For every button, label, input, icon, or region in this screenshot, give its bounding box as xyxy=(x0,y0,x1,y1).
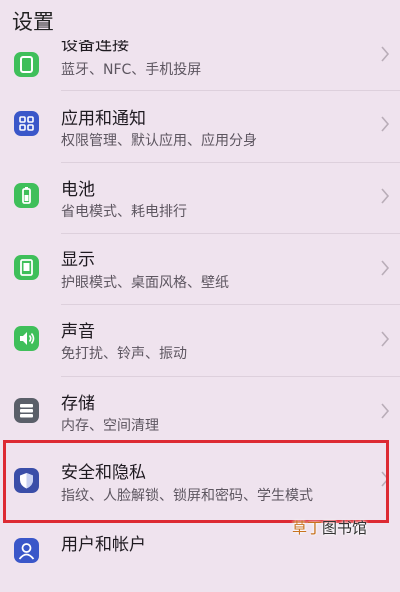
settings-item-display[interactable]: 显示 护眼模式、桌面风格、壁纸 xyxy=(0,234,400,304)
highlight-annotation-box xyxy=(3,440,389,523)
settings-item-apps[interactable]: 应用和通知 权限管理、默认应用、应用分身 xyxy=(0,92,400,162)
settings-item-title: 显示 xyxy=(61,250,95,270)
divider xyxy=(61,376,400,377)
apps-grid-icon xyxy=(14,111,39,136)
watermark-part1: 草丁 xyxy=(292,519,323,537)
settings-item-subtitle: 内存、空间清理 xyxy=(61,418,159,434)
app-header: 设置 xyxy=(0,0,400,40)
chevron-right-icon xyxy=(380,403,390,419)
watermark-part2: 图书馆 xyxy=(322,519,368,537)
watermark: 草丁图书馆 xyxy=(292,517,396,539)
settings-item-subtitle: 权限管理、默认应用、应用分身 xyxy=(61,133,257,149)
storage-icon xyxy=(14,398,39,423)
settings-item-title: 存储 xyxy=(61,394,95,414)
settings-item-subtitle: 蓝牙、NFC、手机投屏 xyxy=(61,62,202,78)
settings-item-sound[interactable]: 声音 免打扰、铃声、振动 xyxy=(0,306,400,376)
settings-item-title: 声音 xyxy=(61,322,95,342)
settings-item-title: 电池 xyxy=(61,180,95,200)
speaker-icon xyxy=(14,326,39,351)
settings-item-subtitle: 省电模式、耗电排行 xyxy=(61,204,187,220)
settings-item-subtitle: 护眼模式、桌面风格、壁纸 xyxy=(61,275,229,291)
settings-item-title: 应用和通知 xyxy=(61,109,146,129)
chevron-right-icon xyxy=(380,46,390,62)
display-icon xyxy=(14,255,39,280)
device-connection-icon xyxy=(14,52,39,77)
divider xyxy=(61,304,400,305)
settings-item-battery[interactable]: 电池 省电模式、耗电排行 xyxy=(0,163,400,233)
chevron-right-icon xyxy=(380,331,390,347)
divider xyxy=(61,90,400,91)
chevron-right-icon xyxy=(380,188,390,204)
settings-item-storage[interactable]: 存储 内存、空间清理 xyxy=(0,378,400,448)
page-title: 设置 xyxy=(12,10,54,34)
settings-item-subtitle: 免打扰、铃声、振动 xyxy=(61,346,187,362)
settings-item-title: 用户和帐户 xyxy=(61,535,146,555)
chevron-right-icon xyxy=(380,116,390,132)
chevron-right-icon xyxy=(380,260,390,276)
battery-icon xyxy=(14,183,39,208)
user-account-icon xyxy=(14,538,39,563)
